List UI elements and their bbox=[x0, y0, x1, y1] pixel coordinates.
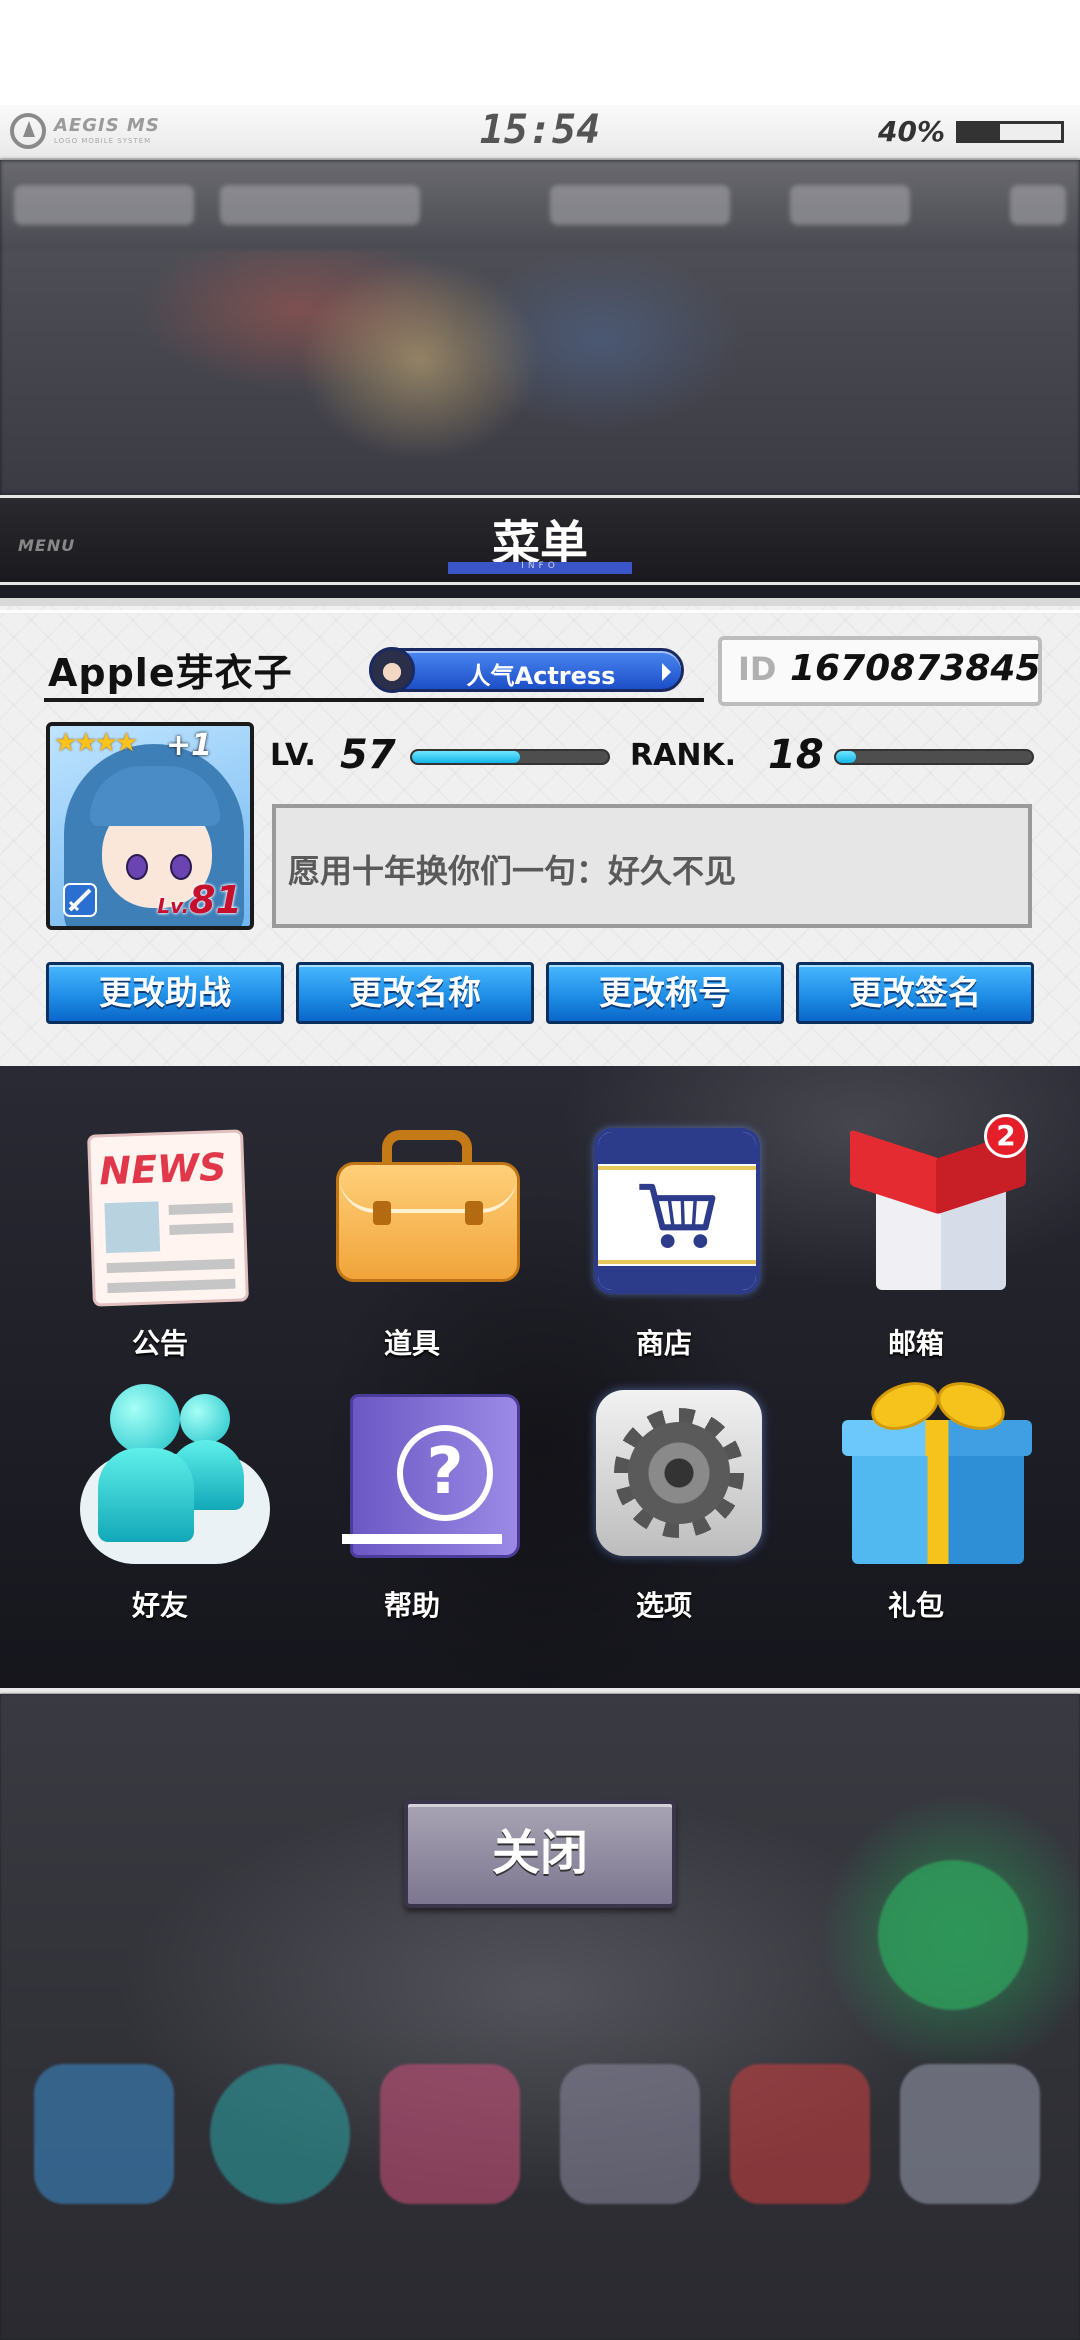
player-name: Apple芽衣子 bbox=[48, 651, 293, 695]
title-avatar-icon bbox=[369, 647, 415, 693]
change-signature-button[interactable]: 更改签名 bbox=[796, 962, 1034, 1024]
title-badge-text: 人气Actress bbox=[466, 662, 616, 690]
rarity-stars-icon: ★★★★ bbox=[54, 728, 138, 758]
friends-icon bbox=[80, 1384, 270, 1564]
support-character-card[interactable]: ★★★★ +1 Lv.81 bbox=[46, 722, 254, 930]
menu-header: MENU 菜单 INFO bbox=[0, 495, 1080, 585]
gear-icon bbox=[584, 1384, 762, 1564]
rank-progress-bar bbox=[834, 749, 1034, 765]
menu-item-shop[interactable]: 商店 bbox=[564, 1122, 764, 1372]
card-level: Lv.81 bbox=[157, 878, 242, 922]
level-value: 57 bbox=[340, 732, 396, 778]
profile-panel: Apple芽衣子 人气Actress ID 1670873845 ★★★★ +1… bbox=[0, 598, 1080, 1066]
menu-item-gift-pack[interactable]: 礼包 bbox=[816, 1373, 1032, 1634]
arrow-right-icon bbox=[662, 663, 671, 681]
level-progress-bar bbox=[410, 749, 610, 765]
blurred-game-background-top bbox=[0, 160, 1080, 495]
menu-item-label: 公告 bbox=[131, 1327, 188, 1360]
help-book-icon: ? bbox=[332, 1384, 520, 1564]
level-label: LV. bbox=[270, 738, 316, 773]
menu-item-items[interactable]: 道具 bbox=[312, 1122, 520, 1372]
battery-percent: 40% bbox=[878, 115, 946, 148]
player-id-box: ID 1670873845 bbox=[718, 636, 1042, 706]
change-title-button[interactable]: 更改称号 bbox=[546, 962, 784, 1024]
menu-item-help[interactable]: ? 帮助 bbox=[312, 1384, 520, 1634]
menu-item-label: 好友 bbox=[131, 1589, 188, 1622]
id-label: ID bbox=[738, 650, 777, 688]
title-badge[interactable]: 人气Actress bbox=[369, 647, 684, 693]
menu-item-announcements[interactable]: NEWS 公告 bbox=[60, 1122, 260, 1372]
briefcase-icon bbox=[332, 1122, 520, 1302]
sword-icon bbox=[63, 883, 97, 917]
news-icon: NEWS bbox=[80, 1122, 250, 1307]
menu-item-label: 邮箱 bbox=[887, 1327, 944, 1360]
title-subtitle: INFO bbox=[521, 561, 559, 571]
signature-box: 愿用十年换你们一句：好久不见 bbox=[272, 804, 1032, 928]
id-value: 1670873845 bbox=[790, 648, 1041, 689]
change-support-button[interactable]: 更改助战 bbox=[46, 962, 284, 1024]
close-button[interactable]: 关闭 bbox=[404, 1800, 676, 1908]
battery-level-fill bbox=[959, 124, 1000, 140]
change-name-button[interactable]: 更改名称 bbox=[296, 962, 534, 1024]
menu-item-label: 选项 bbox=[635, 1589, 692, 1622]
menu-item-label: 礼包 bbox=[887, 1589, 944, 1622]
name-underline bbox=[44, 698, 704, 702]
unread-count-badge: 2 bbox=[984, 1114, 1028, 1158]
battery-icon bbox=[956, 121, 1064, 143]
menu-item-friends[interactable]: 好友 bbox=[60, 1384, 270, 1634]
menu-item-label: 帮助 bbox=[383, 1589, 440, 1622]
level-progress-fill bbox=[412, 751, 520, 763]
blurred-game-background-bottom bbox=[0, 1694, 1080, 2340]
menu-item-label: 商店 bbox=[635, 1327, 692, 1360]
menu-grid: NEWS 公告 道具 商店 2 邮箱 好友 ? 帮助 选项 礼包 bbox=[0, 1066, 1080, 1690]
news-icon-text: NEWS bbox=[98, 1144, 228, 1194]
menu-item-mailbox[interactable]: 2 邮箱 bbox=[816, 1114, 1028, 1372]
blurred-phone-icon bbox=[878, 1860, 1028, 2010]
menu-item-options[interactable]: 选项 bbox=[564, 1384, 764, 1634]
status-bar: AEGIS MS LOGO MOBILE SYSTEM 15:54 40% bbox=[0, 105, 1080, 160]
mailbox-icon: 2 bbox=[836, 1114, 1028, 1302]
menu-item-label: 道具 bbox=[383, 1327, 440, 1360]
card-plus-level: +1 bbox=[166, 728, 213, 763]
signature-text: 愿用十年换你们一句：好久不见 bbox=[288, 852, 737, 890]
rank-label: RANK. bbox=[630, 738, 737, 773]
shopping-cart-icon bbox=[584, 1122, 760, 1302]
gift-icon bbox=[836, 1373, 1032, 1564]
rank-value: 18 bbox=[768, 732, 824, 778]
rank-progress-fill bbox=[836, 751, 856, 763]
